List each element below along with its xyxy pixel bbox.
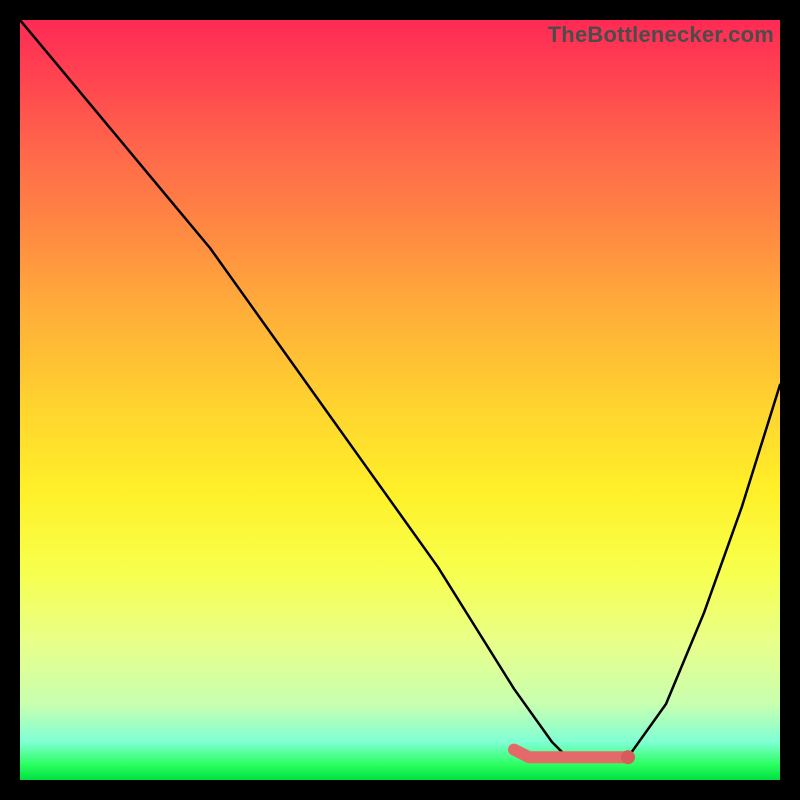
plot-area: TheBottlenecker.com — [20, 20, 780, 780]
chart-container: TheBottlenecker.com — [0, 0, 800, 800]
watermark: TheBottlenecker.com — [548, 22, 774, 48]
chart-svg — [20, 20, 780, 780]
bottleneck-curve — [20, 20, 780, 757]
highlight-end-dot — [621, 750, 635, 764]
highlight-flat-region — [514, 750, 628, 758]
